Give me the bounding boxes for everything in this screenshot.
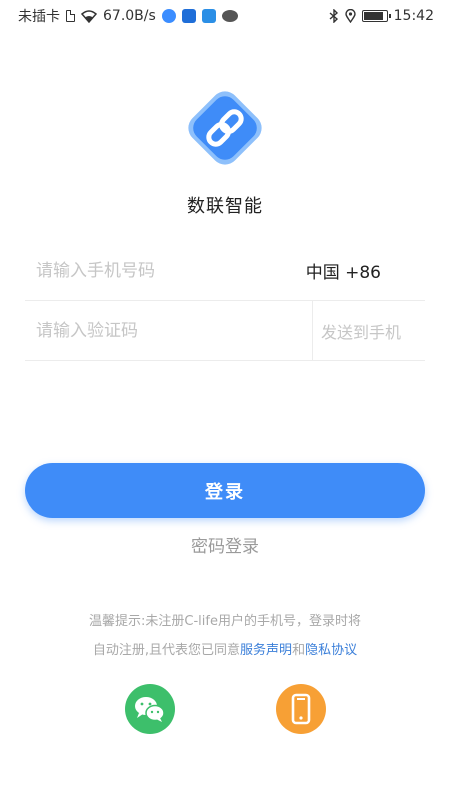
phone-icon (291, 693, 311, 725)
search-app-icon (201, 9, 216, 23)
send-code-button[interactable]: 发送到手机 (311, 301, 425, 360)
battery-fill (363, 12, 384, 20)
carrier-text: 未插卡 (18, 9, 60, 25)
wechat-login-button[interactable] (125, 684, 175, 734)
terms-line-2: 自动注册,且代表您已同意服务声明和隐私协议 (0, 636, 450, 665)
code-input[interactable] (25, 301, 312, 360)
terms-conjunction: 和 (292, 643, 306, 658)
status-bar-right: 15:42 (329, 8, 434, 24)
phone-input[interactable] (25, 241, 306, 300)
clock: 15:42 (393, 8, 434, 24)
service-statement-link[interactable]: 服务声明 (240, 643, 292, 658)
login-screen: 未插卡 67.0B/s 15:42 数联智能 请输入手机号码 中国 +86 请输… (0, 0, 450, 800)
terms-line-2-text: 自动注册,且代表您已同意 (92, 643, 241, 658)
code-row: 发送到手机 (25, 301, 425, 361)
phone-row: 中国 +86 (25, 241, 425, 301)
battery-icon (361, 10, 391, 22)
phone-login-button[interactable] (276, 684, 326, 734)
sim-icon (66, 10, 75, 22)
country-code-selector[interactable]: 中国 +86 (306, 258, 425, 283)
app-name: 数联智能 (187, 196, 263, 217)
network-speed: 67.0B/s (103, 8, 156, 24)
wechat-notification-icon (221, 10, 238, 22)
app-logo (188, 91, 262, 165)
status-bar-left: 未插卡 67.0B/s (18, 6, 238, 26)
terms-line-1: 温馨提示:未注册C-life用户的手机号，登录时将 (89, 614, 361, 629)
login-button[interactable]: 登录 (25, 463, 425, 518)
terms-notice: 温馨提示:未注册C-life用户的手机号，登录时将 自动注册,且代表您已同意服务… (0, 607, 450, 665)
privacy-policy-link[interactable]: 隐私协议 (305, 643, 357, 658)
wechat-icon (135, 697, 165, 722)
bluetooth-icon (329, 9, 338, 23)
status-bar: 未插卡 67.0B/s 15:42 (0, 0, 450, 32)
music-app-icon (161, 9, 176, 23)
location-icon (344, 9, 356, 23)
password-login-link[interactable]: 密码登录 (0, 532, 450, 557)
wifi-icon (81, 9, 97, 23)
app-notification-icon (181, 9, 196, 23)
